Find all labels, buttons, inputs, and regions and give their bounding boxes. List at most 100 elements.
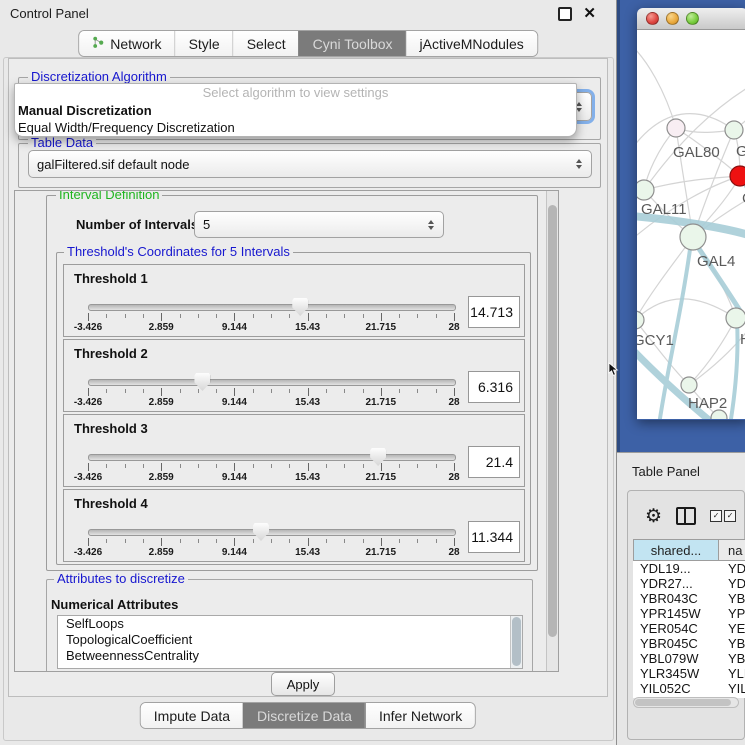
apply-button[interactable]: Apply <box>271 672 335 696</box>
threshold-value-field[interactable]: 6.316 <box>468 371 520 403</box>
table-hscrollbar-thumb[interactable] <box>635 699 731 706</box>
numerical-attributes-list[interactable]: SelfLoopsTopologicalCoefficientBetweenne… <box>57 615 523 669</box>
tab-label: Cyni Toolbox <box>313 36 393 52</box>
minimize-traffic-light-icon[interactable] <box>666 12 679 25</box>
node-table: shared...na YDL19...YDL1YDR27...YDR2YBR0… <box>633 539 745 698</box>
tick-label: 28 <box>448 547 459 558</box>
network-icon <box>92 36 104 52</box>
tick-label: 2.859 <box>149 397 174 408</box>
threshold-value-field[interactable]: 21.4 <box>468 446 520 478</box>
table-row[interactable]: YBR045CYBR0 <box>633 636 745 651</box>
close-icon[interactable]: ✕ <box>583 4 596 22</box>
list-scrollbar[interactable] <box>510 616 522 668</box>
tick-label: 9.144 <box>222 322 247 333</box>
attribute-items: SelfLoopsTopologicalCoefficientBetweenne… <box>58 616 522 664</box>
numerical-attributes-label: Numerical Attributes <box>51 597 178 612</box>
table-hscrollbar[interactable] <box>633 697 739 708</box>
table-cell: YBL079W <box>633 651 719 666</box>
table-data-combobox[interactable]: galFiltered.sif default node <box>28 150 592 178</box>
attribute-list-item[interactable]: BetweennessCentrality <box>58 648 522 664</box>
algorithm-option[interactable]: Equal Width/Frequency Discretization <box>15 119 576 136</box>
threshold-label: Threshold 2 <box>74 346 148 361</box>
network-canvas[interactable]: GAL80G.CGAL11GAL4GCY1HHAP2 <box>637 30 745 419</box>
algorithm-options: Manual DiscretizationEqual Width/Frequen… <box>15 102 576 136</box>
attribute-list-item[interactable]: TopologicalCoefficient <box>58 632 522 648</box>
threshold-slider[interactable] <box>88 454 456 461</box>
tab-cyni-toolbox[interactable]: Cyni Toolbox <box>299 31 406 56</box>
tick-label: -3.426 <box>74 397 102 408</box>
table-row[interactable]: YER054CYER0 <box>633 621 745 636</box>
threshold-slider[interactable] <box>88 304 456 311</box>
algorithm-group-label: Discretization Algorithm <box>28 70 170 84</box>
table-data-group-label: Table Data <box>28 136 96 150</box>
num-intervals-spinner[interactable]: 5 <box>194 211 444 238</box>
slider-ticks <box>88 313 454 322</box>
gear-icon[interactable]: ⚙ <box>645 507 662 526</box>
close-traffic-light-icon[interactable] <box>646 12 659 25</box>
slider-ticks <box>88 463 454 472</box>
table-cell: YBR045C <box>633 636 719 651</box>
list-scrollbar-thumb[interactable] <box>512 617 521 666</box>
table-cell: YDL1 <box>719 561 745 576</box>
threshold-value-field[interactable]: 11.344 <box>468 521 520 553</box>
zoom-traffic-light-icon[interactable] <box>686 12 699 25</box>
tick-label: 2.859 <box>149 472 174 483</box>
checkbox-pair-icon[interactable]: ✓✓ <box>710 510 736 522</box>
tab-discretize-data[interactable]: Discretize Data <box>243 703 365 728</box>
network-graph: GAL80G.CGAL11GAL4GCY1HHAP2 <box>637 30 745 419</box>
table-row[interactable]: YPR145WYPR1 <box>633 606 745 621</box>
network-node-gal80[interactable] <box>667 119 685 137</box>
network-node-hap2[interactable] <box>681 377 697 393</box>
num-intervals-value: 5 <box>203 217 210 232</box>
table-column-header[interactable]: shared... <box>633 539 719 561</box>
attribute-list-item[interactable]: SelfLoops <box>58 616 522 632</box>
algorithm-option[interactable]: Manual Discretization <box>15 102 576 119</box>
tab-jactivemnodules[interactable]: jActiveMNodules <box>406 31 537 56</box>
tick-label: 28 <box>448 472 459 483</box>
num-intervals-label: Number of Intervals <box>76 217 198 232</box>
network-node-h[interactable] <box>726 308 745 328</box>
tick-label: 21.715 <box>366 397 397 408</box>
table-cell: YDR2 <box>719 576 745 591</box>
table-row[interactable]: YDL19...YDL1 <box>633 561 745 576</box>
table-row[interactable]: YIL052CYIL0 <box>633 681 745 696</box>
tab-style[interactable]: Style <box>175 31 233 56</box>
table-panel-titlebar: Table Panel <box>617 452 745 490</box>
table-column-header[interactable]: na <box>719 539 745 561</box>
network-node-g[interactable] <box>725 121 743 139</box>
outer-scrollbar-thumb[interactable] <box>548 205 557 637</box>
table-row[interactable]: YBL079WYBL0 <box>633 651 745 666</box>
threshold-slider[interactable] <box>88 379 456 386</box>
spinner-arrows-icon <box>428 220 435 230</box>
tab-infer-network[interactable]: Infer Network <box>365 703 475 728</box>
tab-network[interactable]: Network <box>79 31 174 56</box>
node-label: GAL11 <box>641 201 687 218</box>
tick-label: 9.144 <box>222 472 247 483</box>
tick-label: 21.715 <box>366 322 397 333</box>
tab-impute-data[interactable]: Impute Data <box>141 703 243 728</box>
table-panel-title: Table Panel <box>632 464 700 479</box>
table-row[interactable]: YBR043CYBR0 <box>633 591 745 606</box>
network-node-gal4[interactable] <box>680 224 706 250</box>
tick-label: 15.43 <box>295 397 320 408</box>
network-node-c[interactable] <box>730 166 745 186</box>
cyni-mode-tabstrip: Impute Data Discretize DataInfer Network <box>140 702 476 729</box>
slider-tick-labels: -3.4262.8599.14415.4321.71528 <box>88 322 454 333</box>
table-row[interactable]: YDR27...YDR2 <box>633 576 745 591</box>
threshold-slider[interactable] <box>88 529 456 536</box>
tick-label: 15.43 <box>295 322 320 333</box>
table-cell: YLR345W <box>633 666 719 681</box>
outer-scrollbar[interactable] <box>546 191 558 671</box>
float-window-icon[interactable] <box>558 7 572 21</box>
threshold-panel-1: Threshold 1-3.4262.8599.14415.4321.71528… <box>63 264 525 337</box>
threshold-value-field[interactable]: 14.713 <box>468 296 520 328</box>
tick-label: -3.426 <box>74 472 102 483</box>
table-row[interactable]: YLR345WYLR3 <box>633 666 745 681</box>
network-node-gal11[interactable] <box>637 180 654 200</box>
table-header-row: shared...na <box>633 539 745 561</box>
tab-select[interactable]: Select <box>233 31 299 56</box>
tab-label: Style <box>189 36 220 52</box>
tab-label: Impute Data <box>154 708 230 724</box>
split-columns-icon[interactable] <box>676 507 696 525</box>
table-cell: YBL0 <box>719 651 745 666</box>
